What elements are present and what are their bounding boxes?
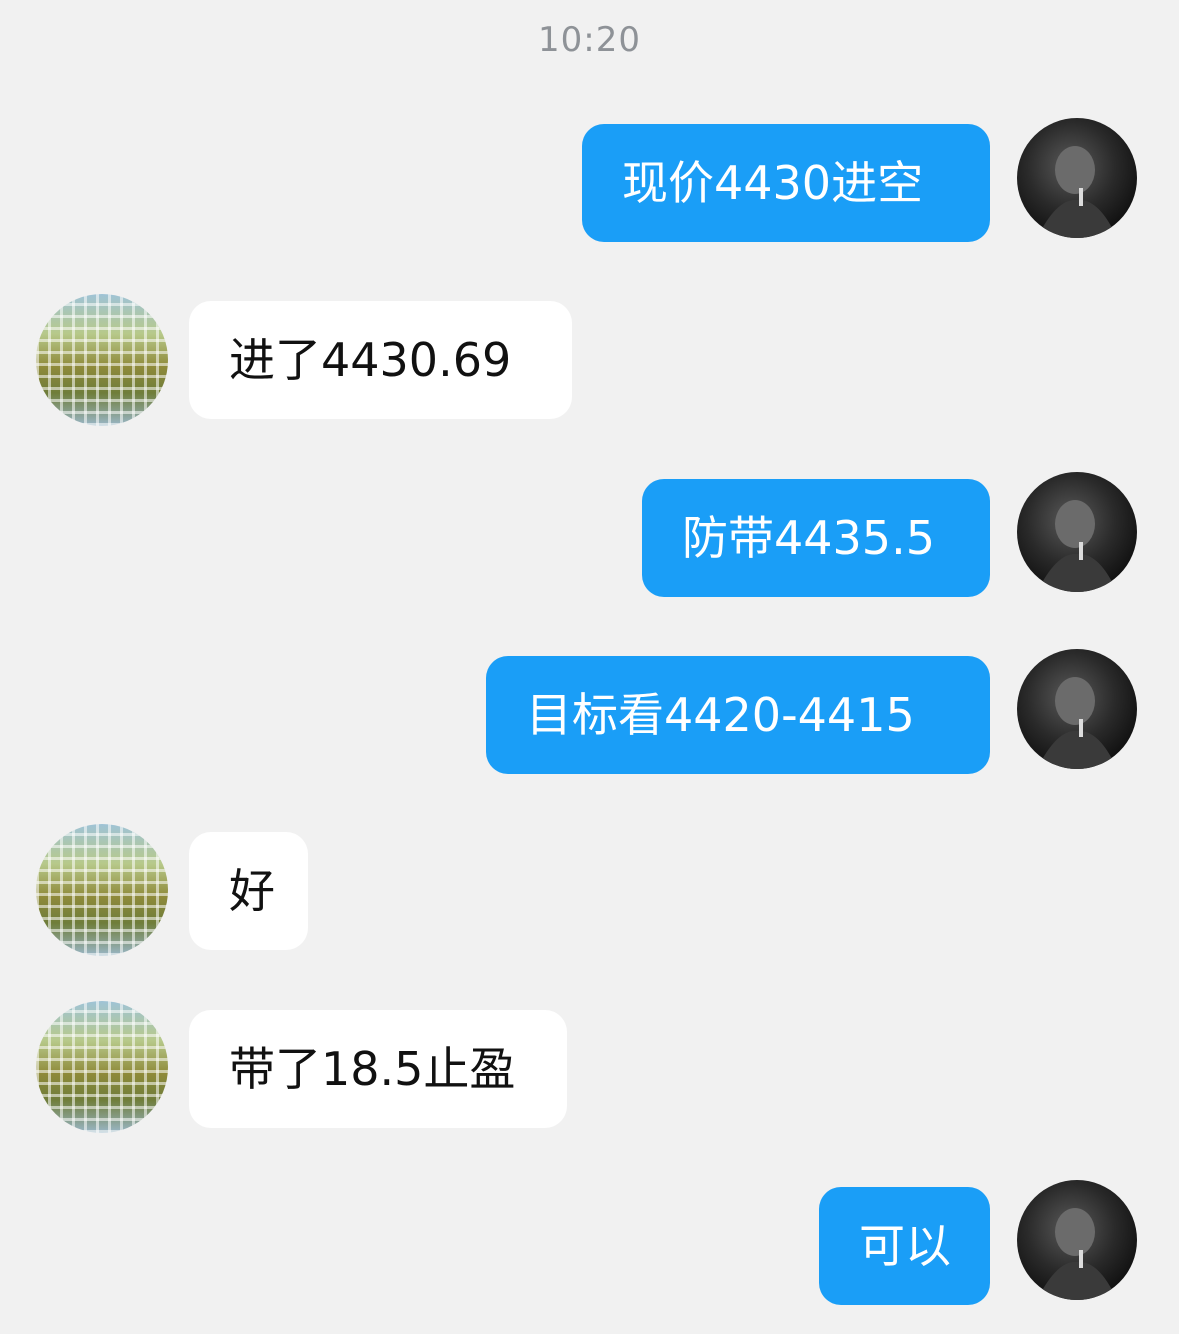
avatar-photo-icon [1037,677,1117,769]
message-text: 目标看4420-4415 [526,688,915,742]
message-text: 防带4435.5 [682,511,935,565]
message-bubble-outgoing[interactable]: 现价4430进空 [582,124,990,242]
my-avatar[interactable] [1017,472,1137,592]
message-text: 好 [229,864,275,918]
message-bubble-outgoing[interactable]: 防带4435.5 [642,479,990,597]
contact-avatar[interactable] [36,824,168,956]
message-bubble-outgoing[interactable]: 目标看4420-4415 [486,656,990,774]
my-avatar[interactable] [1017,1180,1137,1300]
message-text: 可以 [859,1219,951,1273]
message-bubble-incoming[interactable]: 好 [189,832,308,950]
avatar-photo-icon [1037,146,1117,238]
my-avatar[interactable] [1017,649,1137,769]
message-text: 现价4430进空 [622,156,924,210]
message-bubble-incoming[interactable]: 带了18.5止盈 [189,1010,567,1128]
message-text: 进了4430.69 [229,333,512,387]
message-bubble-outgoing[interactable]: 可以 [819,1187,990,1305]
chat-timestamp: 10:20 [538,20,641,60]
message-text: 带了18.5止盈 [229,1042,516,1096]
contact-avatar[interactable] [36,294,168,426]
contact-avatar[interactable] [36,1001,168,1133]
avatar-photo-icon [1037,500,1117,592]
my-avatar[interactable] [1017,118,1137,238]
avatar-photo-icon [1037,1208,1117,1300]
message-bubble-incoming[interactable]: 进了4430.69 [189,301,572,419]
